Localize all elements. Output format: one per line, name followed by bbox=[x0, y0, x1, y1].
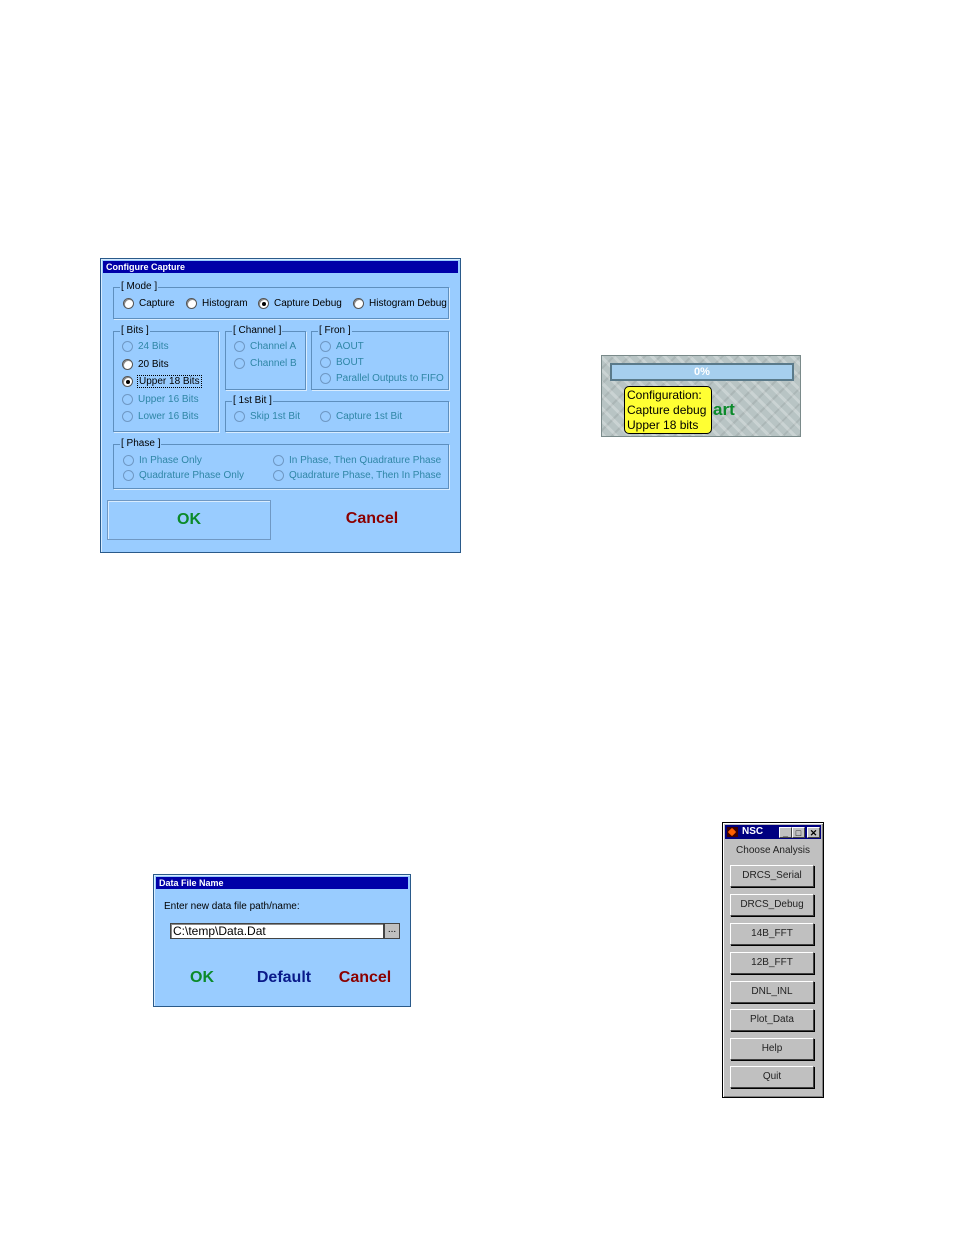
from-bout-radio[interactable]: BOUT bbox=[320, 356, 364, 369]
radio-circle-icon bbox=[122, 411, 133, 422]
radio-circle-icon bbox=[353, 298, 364, 309]
bits-24-radio[interactable]: 24 Bits bbox=[122, 340, 169, 353]
fft-14b-button[interactable]: 14B_FFT bbox=[730, 923, 814, 945]
channel-a-radio[interactable]: Channel A bbox=[234, 340, 296, 353]
radio-circle-icon bbox=[234, 341, 245, 352]
tooltip-line: Configuration: bbox=[627, 388, 702, 402]
cancel-button[interactable]: Cancel bbox=[330, 967, 400, 989]
tooltip-line: Capture debug bbox=[627, 403, 707, 417]
bits-upper-18-radio[interactable]: Upper 18 Bits bbox=[122, 375, 202, 388]
cancel-button[interactable]: Cancel bbox=[291, 500, 453, 538]
radio-circle-icon bbox=[234, 411, 245, 422]
progress-bar: 0% bbox=[610, 363, 794, 381]
radio-circle-icon bbox=[123, 298, 134, 309]
radio-circle-icon bbox=[122, 341, 133, 352]
quit-button[interactable]: Quit bbox=[730, 1066, 814, 1088]
data-file-path-input[interactable]: C:\temp\Data.Dat bbox=[170, 923, 384, 939]
nsc-title: NSC bbox=[742, 826, 764, 837]
radio-circle-icon bbox=[123, 455, 134, 466]
phase-in-then-quadrature-radio[interactable]: In Phase, Then Quadrature Phase bbox=[273, 454, 441, 467]
radio-circle-icon bbox=[320, 411, 331, 422]
radio-circle-icon bbox=[320, 341, 331, 352]
data-file-name-title: Data File Name bbox=[156, 877, 408, 889]
browse-button[interactable]: ... bbox=[384, 923, 400, 939]
ok-button[interactable]: OK bbox=[182, 967, 222, 989]
first-bit-group: [ 1st Bit ] Skip 1st Bit Capture 1st Bit bbox=[225, 395, 449, 432]
channel-group-label: [ Channel ] bbox=[232, 325, 283, 337]
from-group: [ Fron ] AOUT BOUT Parallel Outputs to F… bbox=[311, 325, 449, 390]
progress-percent: 0% bbox=[694, 366, 710, 378]
radio-circle-icon bbox=[320, 373, 331, 384]
mode-group-label: [ Mode ] bbox=[120, 281, 159, 293]
configuration-tooltip: Configuration: Capture debug Upper 18 bi… bbox=[624, 386, 712, 434]
nsc-title-bar: NSC _ □ ✕ bbox=[725, 825, 821, 839]
minimize-icon[interactable]: _ bbox=[779, 827, 792, 838]
phase-group-label: [ Phase ] bbox=[120, 438, 162, 450]
mode-group: [ Mode ] Capture Histogram Capture Debug… bbox=[113, 281, 449, 319]
matlab-logo-icon bbox=[727, 827, 738, 837]
mode-histogram-radio[interactable]: Histogram bbox=[186, 297, 248, 310]
phase-in-phase-only-radio[interactable]: In Phase Only bbox=[123, 454, 202, 467]
maximize-icon[interactable]: □ bbox=[792, 827, 805, 838]
help-button[interactable]: Help bbox=[730, 1038, 814, 1060]
capture-first-bit-radio[interactable]: Capture 1st Bit bbox=[320, 410, 402, 423]
phase-quadrature-then-in-radio[interactable]: Quadrature Phase, Then In Phase bbox=[273, 469, 441, 482]
data-file-name-dialog: Data File Name Enter new data file path/… bbox=[153, 874, 411, 1007]
radio-circle-icon bbox=[273, 470, 284, 481]
ok-button[interactable]: OK bbox=[107, 500, 271, 540]
tooltip-line: Upper 18 bits bbox=[627, 418, 699, 432]
drcs-serial-button[interactable]: DRCS_Serial bbox=[730, 865, 814, 887]
from-parallel-fifo-radio[interactable]: Parallel Outputs to FIFO bbox=[320, 372, 444, 385]
radio-circle-icon bbox=[122, 359, 133, 370]
progress-window: 0% art Configuration: Capture debug Uppe… bbox=[601, 355, 801, 437]
from-aout-radio[interactable]: AOUT bbox=[320, 340, 364, 353]
channel-b-radio[interactable]: Channel B bbox=[234, 357, 297, 370]
from-group-label: [ Fron ] bbox=[318, 325, 352, 337]
radio-circle-icon bbox=[273, 455, 284, 466]
radio-circle-icon bbox=[186, 298, 197, 309]
configure-capture-title: Configure Capture bbox=[103, 261, 458, 273]
dnl-inl-button[interactable]: DNL_INL bbox=[730, 981, 814, 1003]
fft-12b-button[interactable]: 12B_FFT bbox=[730, 952, 814, 974]
plot-data-button[interactable]: Plot_Data bbox=[730, 1009, 814, 1031]
radio-checked-icon bbox=[122, 376, 133, 387]
phase-group: [ Phase ] In Phase Only Quadrature Phase… bbox=[113, 438, 449, 489]
mode-capture-debug-radio[interactable]: Capture Debug bbox=[258, 297, 342, 310]
radio-circle-icon bbox=[123, 470, 134, 481]
drcs-debug-button[interactable]: DRCS_Debug bbox=[730, 894, 814, 916]
channel-group: [ Channel ] Channel A Channel B bbox=[225, 325, 306, 390]
radio-circle-icon bbox=[320, 357, 331, 368]
skip-first-bit-radio[interactable]: Skip 1st Bit bbox=[234, 410, 300, 423]
radio-circle-icon bbox=[234, 358, 245, 369]
mode-capture-radio[interactable]: Capture bbox=[123, 297, 175, 310]
first-bit-group-label: [ 1st Bit ] bbox=[232, 395, 273, 407]
nsc-window: NSC _ □ ✕ Choose Analysis DRCS_Serial DR… bbox=[722, 822, 824, 1098]
start-button[interactable]: art bbox=[713, 400, 735, 420]
bits-group-label: [ Bits ] bbox=[120, 325, 150, 337]
default-button[interactable]: Default bbox=[248, 967, 320, 989]
bits-upper-16-radio[interactable]: Upper 16 Bits bbox=[122, 393, 199, 406]
radio-checked-icon bbox=[258, 298, 269, 309]
bits-lower-16-radio[interactable]: Lower 16 Bits bbox=[122, 410, 199, 423]
data-file-prompt: Enter new data file path/name: bbox=[164, 901, 300, 912]
radio-circle-icon bbox=[122, 394, 133, 405]
close-icon[interactable]: ✕ bbox=[807, 827, 820, 838]
phase-quadrature-only-radio[interactable]: Quadrature Phase Only bbox=[123, 469, 244, 482]
mode-histogram-debug-radio[interactable]: Histogram Debug bbox=[353, 297, 447, 310]
bits-group: [ Bits ] 24 Bits 20 Bits Upper 18 Bits U… bbox=[113, 325, 219, 432]
configure-capture-dialog: Configure Capture [ Mode ] Capture Histo… bbox=[100, 258, 461, 553]
choose-analysis-heading: Choose Analysis bbox=[736, 845, 810, 856]
bits-20-radio[interactable]: 20 Bits bbox=[122, 358, 169, 371]
